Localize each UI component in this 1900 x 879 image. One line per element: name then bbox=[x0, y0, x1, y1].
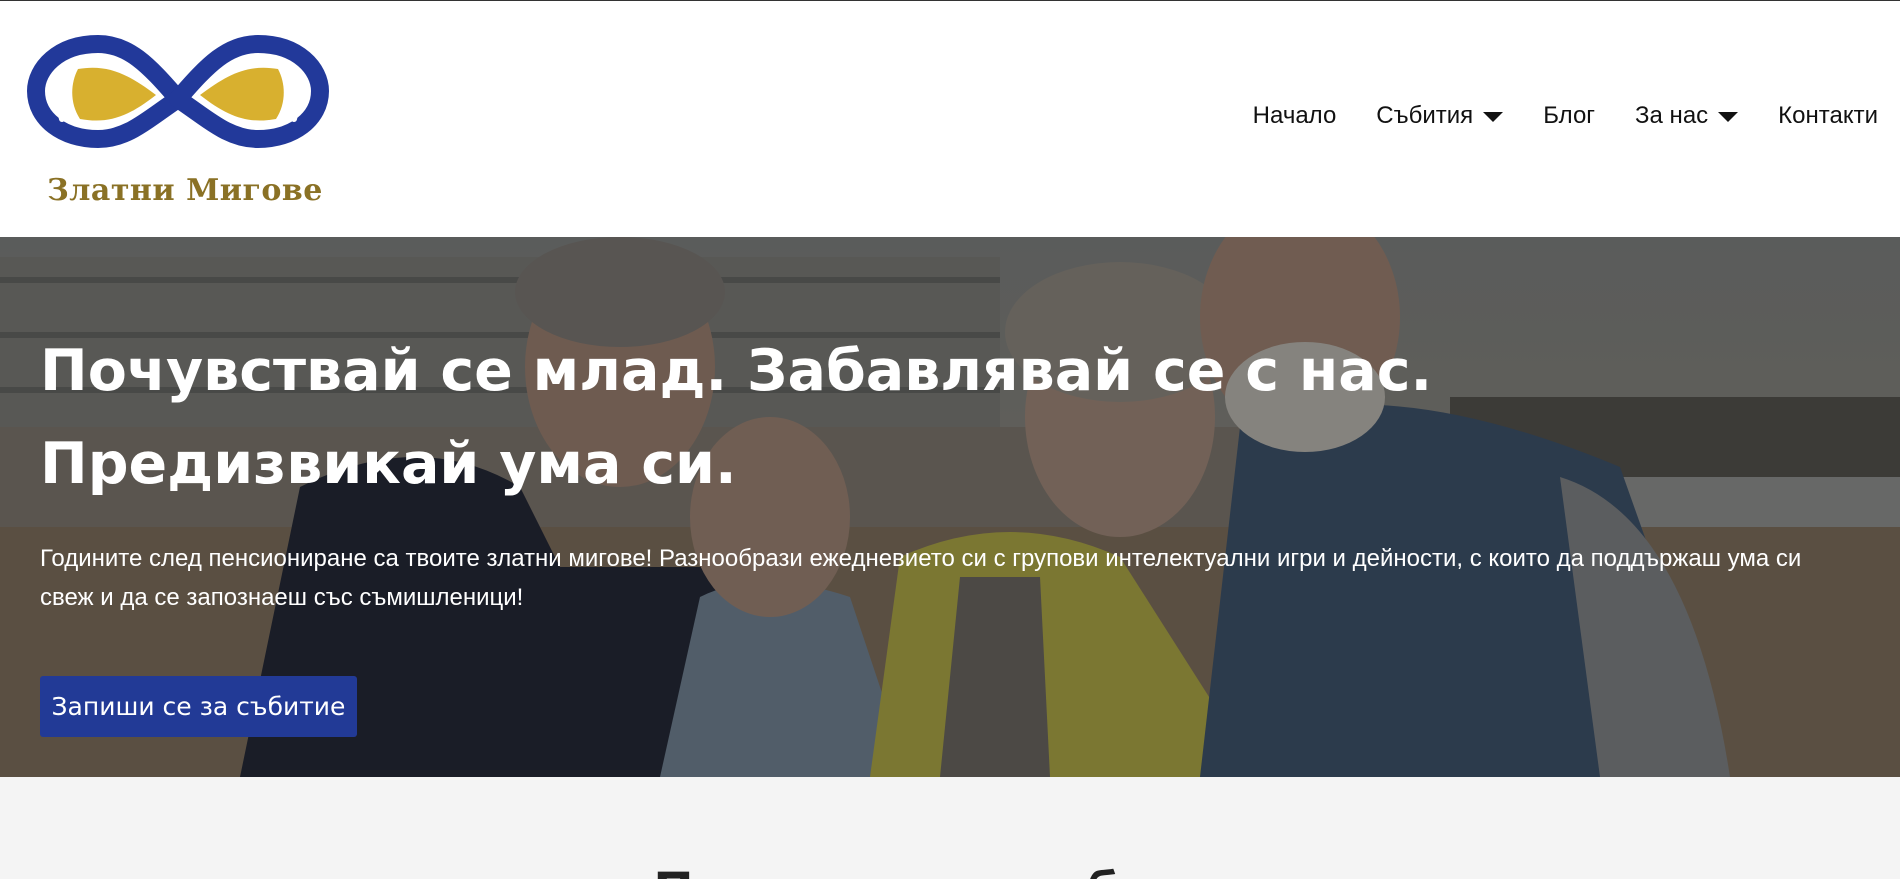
site-header: Златни Мигове Начало Събития Блог За нас… bbox=[0, 1, 1900, 237]
infinity-logo-icon bbox=[27, 35, 329, 148]
nav-item-blog[interactable]: Блог bbox=[1543, 102, 1595, 130]
logo[interactable]: Златни Мигове bbox=[18, 19, 338, 219]
hero-title: Почувствай се млад. Забавлявай се с нас.… bbox=[40, 338, 1433, 497]
logo-text: Златни Мигове bbox=[47, 173, 323, 208]
nav-item-label: Събития bbox=[1376, 102, 1474, 129]
caret-down-icon bbox=[1483, 112, 1504, 122]
nav-item-label: Контакти bbox=[1778, 102, 1878, 129]
main-nav: Начало Събития Блог За нас Контакти bbox=[1213, 102, 1878, 130]
signup-event-button[interactable]: Запиши се за събитие bbox=[40, 676, 357, 737]
nav-item-home[interactable]: Начало bbox=[1253, 102, 1337, 130]
nav-item-label: Блог bbox=[1543, 102, 1596, 129]
section-title: Предстоящи събития bbox=[0, 863, 1900, 879]
hero-banner: Почувствай се млад. Забавлявай се с нас.… bbox=[0, 237, 1900, 777]
upcoming-events-section: Предстоящи събития bbox=[0, 777, 1900, 879]
nav-item-about[interactable]: За нас bbox=[1635, 102, 1739, 130]
nav-item-contacts[interactable]: Контакти bbox=[1778, 102, 1878, 130]
nav-item-events[interactable]: Събития bbox=[1376, 102, 1504, 130]
caret-down-icon bbox=[1718, 112, 1739, 122]
nav-item-label: Начало bbox=[1252, 102, 1337, 129]
nav-item-label: За нас bbox=[1635, 102, 1709, 129]
hero-description: Годините след пенсиониране са твоите зла… bbox=[40, 545, 1802, 611]
